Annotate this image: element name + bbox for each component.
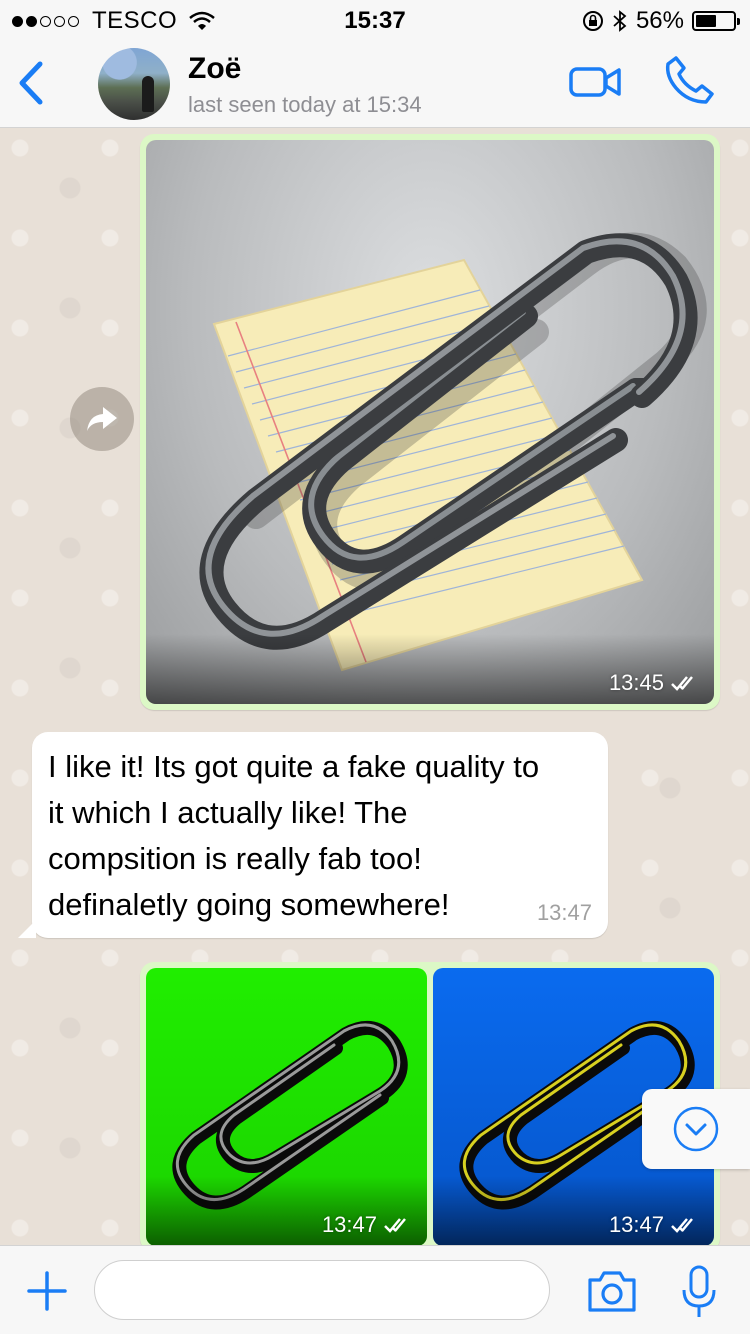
battery-percent: 56% — [635, 7, 684, 34]
outgoing-image-group-message[interactable]: 13:47 13:47 — [140, 962, 720, 1245]
message-line: compsition is really fab too! — [48, 841, 422, 876]
message-time: 13:45 — [608, 670, 664, 695]
paperclip-notepad-illustration — [199, 232, 707, 672]
status-bar: TESCO 15:37 56% — [0, 0, 750, 40]
message-timestamp: 13:47 — [322, 1212, 413, 1238]
message-text[interactable]: I like it! Its got quite a fake quality … — [48, 744, 596, 928]
forward-icon — [87, 407, 117, 431]
incoming-text-message[interactable]: I like it! Its got quite a fake quality … — [18, 732, 608, 938]
camera-icon[interactable] — [586, 1268, 638, 1314]
message-line: it which I actually like! The — [48, 795, 408, 830]
plus-icon[interactable] — [26, 1270, 68, 1312]
message-time: 13:47 — [321, 1212, 377, 1237]
contact-name[interactable]: Zoë — [188, 52, 241, 86]
back-chevron-icon[interactable] — [14, 58, 50, 108]
chat-header: Zoë last seen today at 15:34 — [0, 40, 750, 128]
status-right: 56% — [582, 7, 740, 35]
forward-button[interactable] — [70, 387, 134, 451]
message-timestamp: 13:45 — [609, 670, 700, 696]
bluetooth-icon — [613, 10, 627, 32]
orientation-lock-icon — [582, 11, 603, 31]
message-time: 13:47 — [536, 900, 592, 925]
outgoing-image-message[interactable]: 13:45 — [140, 134, 720, 710]
double-check-icon — [671, 676, 693, 691]
phone-icon[interactable] — [664, 54, 716, 106]
message-timestamp: 13:47 — [609, 1212, 700, 1238]
avatar[interactable] — [98, 48, 170, 120]
message-line: I like it! Its got quite a fake quality … — [48, 749, 540, 784]
last-seen-status: last seen today at 15:34 — [188, 92, 422, 117]
double-check-icon — [384, 1218, 406, 1233]
microphone-icon[interactable] — [680, 1264, 718, 1320]
video-camera-icon[interactable] — [568, 62, 622, 102]
message-image-paperclip[interactable]: 13:45 — [146, 140, 714, 704]
double-check-icon — [671, 1218, 693, 1233]
avatar-photo-figure — [142, 76, 154, 112]
message-time: 13:47 — [608, 1212, 664, 1237]
message-line: definaletly going somewhere! — [48, 887, 450, 922]
battery-icon — [692, 11, 740, 31]
chat-area[interactable]: 13:45 I like it! Its got quite a fake qu… — [0, 128, 750, 1245]
message-composer — [0, 1245, 750, 1334]
message-input[interactable] — [94, 1260, 550, 1320]
scroll-to-bottom-button[interactable] — [642, 1089, 750, 1169]
message-image-paperclip-green[interactable]: 13:47 — [146, 968, 427, 1245]
chevron-down-icon — [673, 1106, 719, 1152]
battery-level — [696, 15, 717, 27]
